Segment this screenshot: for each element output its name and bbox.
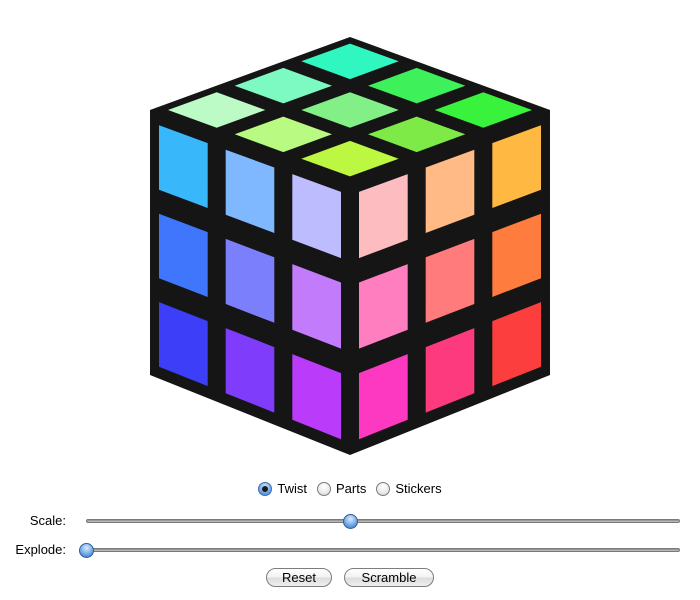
scale-slider-thumb[interactable]	[343, 514, 359, 529]
scale-label: Scale:	[29, 513, 66, 528]
scale-slider-track[interactable]	[86, 519, 680, 523]
radio-parts-button[interactable]	[317, 481, 332, 496]
radio-stickers[interactable]: Stickers	[376, 481, 442, 496]
reset-button[interactable]: Reset	[266, 568, 332, 587]
action-buttons: Reset Scramble	[0, 568, 700, 587]
rubiks-cube[interactable]	[0, 0, 700, 470]
cube-view[interactable]	[0, 0, 700, 470]
radio-parts-label: Parts	[336, 481, 367, 496]
radio-twist-button[interactable]	[258, 481, 273, 496]
radio-twist-label: Twist	[277, 481, 308, 496]
explode-slider-row: Explode:	[0, 540, 700, 560]
radio-stickers-button[interactable]	[376, 481, 391, 496]
radio-twist[interactable]: Twist	[258, 481, 307, 496]
mode-radio-group: Twist Parts Stickers	[0, 481, 700, 496]
explode-slider-thumb[interactable]	[79, 543, 94, 558]
explode-label: Explode:	[15, 542, 66, 557]
explode-slider-track[interactable]	[86, 548, 680, 552]
radio-stickers-label: Stickers	[395, 481, 442, 496]
scramble-button[interactable]: Scramble	[344, 568, 434, 587]
radio-parts[interactable]: Parts	[317, 481, 366, 496]
scale-slider-row: Scale:	[0, 511, 700, 531]
